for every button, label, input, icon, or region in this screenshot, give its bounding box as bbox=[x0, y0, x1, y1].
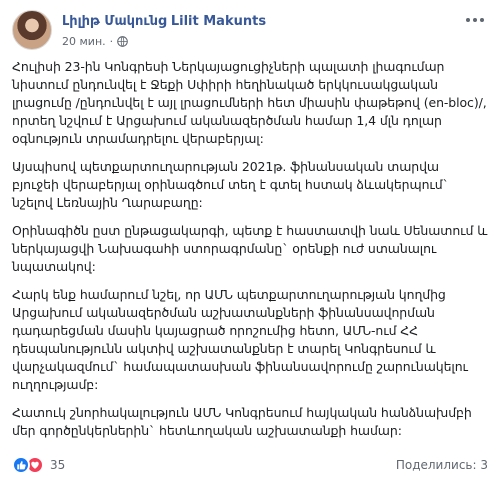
like-icon bbox=[12, 456, 30, 474]
author-name[interactable]: Լիլիթ Մակունց Lilit Makunts bbox=[62, 14, 266, 29]
meta-separator: · bbox=[109, 35, 114, 48]
post-paragraph: Հուլիսի 23-ին Կոնգրեսի Ներկայացուցիչների… bbox=[12, 59, 487, 146]
shares-label: Поделились: 3 bbox=[395, 458, 488, 472]
post-paragraph: Այսպիսով պետքարտուղարության 2021թ. ֆինան… bbox=[12, 159, 449, 210]
post-paragraph: Հարկ ենք համարում նշել, որ ԱՄՆ պետքարտու… bbox=[12, 287, 468, 392]
post-footer: 35 Поделились: 3 bbox=[12, 452, 488, 478]
more-horizontal-icon[interactable] bbox=[463, 12, 487, 28]
reactions-summary[interactable]: 35 bbox=[12, 456, 65, 474]
post-header: Լիլիթ Մակունց Lilit Makunts 20 мин. · bbox=[12, 8, 487, 52]
avatar[interactable] bbox=[12, 10, 52, 50]
post-body: Հուլիսի 23-ին Կոնգրեսի Ներկայացուցիչների… bbox=[12, 58, 488, 450]
post-paragraph: Հատուկ շնորհակալություն ԱՄՆ Կոնգրեսում հ… bbox=[12, 405, 472, 438]
post-paragraph: Օրինագիծն ըստ ընթացակարգի, պետք է հաստատ… bbox=[12, 223, 488, 274]
shares-count[interactable]: Поделились: 3 bbox=[396, 458, 488, 472]
post-timestamp[interactable]: 20 мин. bbox=[62, 35, 106, 48]
reaction-count: 35 bbox=[50, 458, 66, 472]
globe-icon[interactable] bbox=[117, 36, 128, 47]
post-meta: 20 мин. · bbox=[62, 35, 128, 48]
